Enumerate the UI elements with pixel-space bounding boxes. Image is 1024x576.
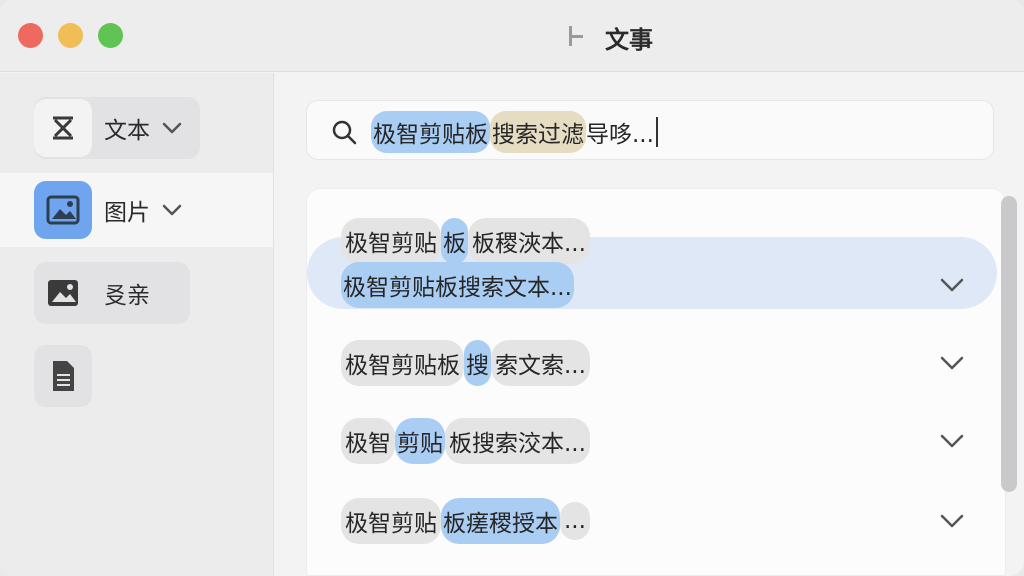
result-text: 极智剪贴: [341, 498, 441, 544]
image-icon: [34, 181, 92, 239]
text-caret: [655, 117, 658, 147]
image-icon: [34, 264, 92, 322]
result-text: 极智: [341, 418, 395, 464]
search-input[interactable]: 极智剪贴板 搜索过滤 导哆...: [371, 111, 658, 153]
sidebar-item-documents[interactable]: [34, 345, 92, 407]
result-match: 剪贴: [395, 418, 445, 464]
minimize-window-button[interactable]: [58, 23, 83, 48]
close-window-button[interactable]: [18, 23, 43, 48]
sidebar-item-other[interactable]: 㕛亲: [34, 262, 190, 324]
result-match: 极智剪贴板搜索文本...: [341, 262, 574, 308]
result-match: 搜: [464, 340, 491, 386]
result-text: 板稷浹本...: [468, 218, 590, 264]
sidebar: 文本 图片 㕛亲: [0, 73, 274, 576]
chevron-down-icon: [162, 122, 182, 134]
search-trailing-text: 导哆...: [586, 122, 654, 148]
sidebar-item-label: 文本: [104, 118, 150, 144]
chevron-down-icon[interactable]: [939, 513, 965, 529]
title-bar: 文事: [0, 0, 1024, 72]
result-text: 极智剪贴: [341, 218, 441, 264]
document-icon: [34, 347, 92, 405]
chevron-down-icon[interactable]: [939, 433, 965, 449]
result-text: ...: [560, 502, 590, 540]
result-text: 板搜索洨本...: [445, 418, 590, 464]
result-text: 极智剪贴板: [341, 340, 464, 386]
search-highlight-filter: 搜索过滤: [490, 111, 586, 153]
search-highlight-match: 极智剪贴板: [371, 111, 490, 153]
sidebar-item-text[interactable]: 文本: [34, 97, 200, 159]
window-title: 文事: [605, 26, 653, 54]
x-filter-icon: [34, 99, 92, 157]
zoom-window-button[interactable]: [98, 23, 123, 48]
result-text: 索文索...: [491, 340, 590, 386]
search-field[interactable]: 极智剪贴板 搜索过滤 导哆...: [306, 100, 994, 160]
results-scrollbar[interactable]: [1001, 196, 1017, 492]
chevron-down-icon: [162, 204, 182, 216]
results-list: 极智剪贴板板稷浹本... 极智剪贴板搜索文本... 极智剪贴板搜索文索... 极…: [306, 188, 1006, 576]
sidebar-toggle-icon[interactable]: [567, 24, 587, 48]
result-match: 板: [441, 218, 468, 264]
result-match: 板瘥稷授本: [441, 498, 560, 544]
app-window: 文事 文本 图片 㕛亲 极智剪贴板 搜索过滤 导哆... 极智剪贴 板 板稷浹本…: [0, 0, 1024, 576]
sidebar-item-images[interactable]: 图片: [0, 173, 273, 247]
chevron-down-icon[interactable]: [939, 277, 965, 293]
sidebar-item-label: 㕛亲: [104, 283, 150, 309]
chevron-down-icon[interactable]: [939, 355, 965, 371]
search-icon: [332, 120, 357, 145]
sidebar-item-label: 图片: [104, 200, 150, 226]
